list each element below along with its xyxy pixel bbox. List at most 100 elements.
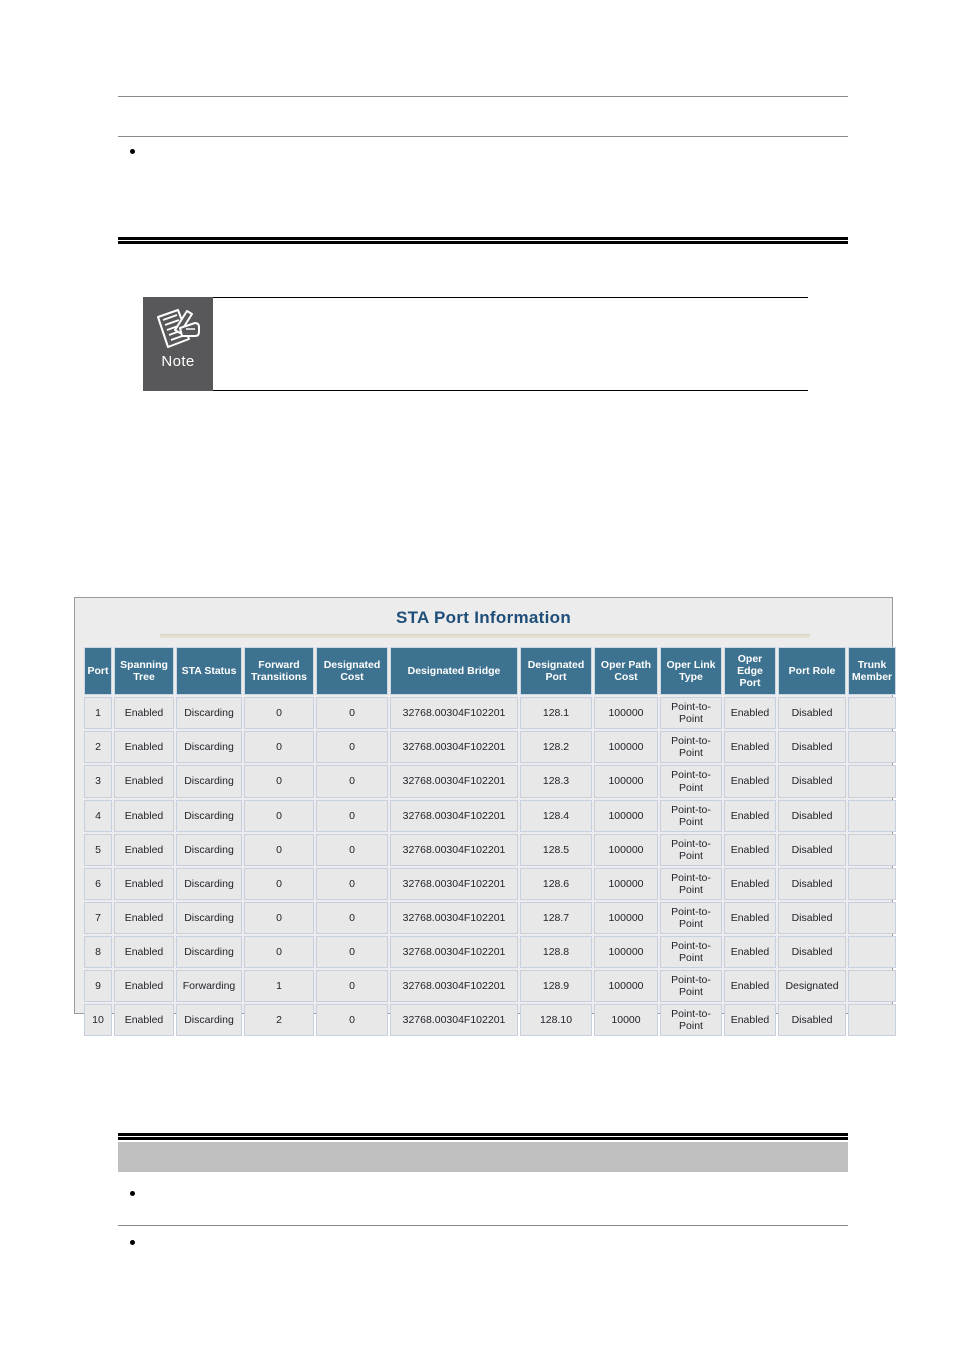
bottom-bullet-2: [130, 1240, 135, 1245]
table-row: 3 Enabled Discarding 0 0 32768.00304F102201 12…: [84, 765, 896, 798]
cell-port-role: Disabled: [778, 901, 846, 935]
cell-spanning-tree: Enabled: [114, 901, 174, 935]
cell-designated-bridge: 32768.00304F102201: [390, 1004, 518, 1037]
cell-designated-port: 128.2: [520, 731, 592, 764]
cell-sta-status: Discarding: [176, 936, 242, 969]
cell-designated-bridge: 32768.00304F102201: [390, 936, 518, 969]
cell-oper-link-type: Point-to-Point: [660, 731, 722, 764]
note-label: Note: [161, 353, 195, 370]
table-row: 6 Enabled Discarding 0 0 32768.00304F102201 12…: [84, 867, 896, 900]
column-header-sta-status: STA Status: [176, 647, 242, 696]
table-row: 10 Enabled Discarding 2 0 32768.00304F102201 1…: [84, 1004, 896, 1037]
cell-spanning-tree: Enabled: [114, 936, 174, 969]
column-header-spanning-tree: Spanning Tree: [114, 647, 174, 696]
cell-oper-path-cost: 100000: [594, 970, 658, 1003]
cell-port: 2: [84, 731, 112, 764]
cell-spanning-tree: Enabled: [114, 697, 174, 730]
cell-port: 7: [84, 901, 112, 935]
cell-forward-transitions: 0: [244, 936, 314, 969]
cell-designated-bridge: 32768.00304F102201: [390, 697, 518, 730]
table-row: 5 Enabled Discarding 0 0 32768.00304F102201 12…: [84, 833, 896, 866]
cell-oper-link-type: Point-to-Point: [660, 901, 722, 935]
table-row: 4 Enabled Discarding 0 0 32768.00304F102201 12…: [84, 799, 896, 832]
cell-port-role: Disabled: [778, 867, 846, 900]
cell-designated-port: 128.7: [520, 901, 592, 935]
cell-oper-link-type: Point-to-Point: [660, 799, 722, 832]
top-rule-2: [118, 136, 848, 137]
cell-sta-status: Forwarding: [176, 970, 242, 1003]
title-divider: [160, 634, 810, 638]
table-body: 1 Enabled Discarding 0 0 32768.00304F102201 12…: [84, 697, 896, 1037]
cell-oper-edge-port: Enabled: [724, 970, 776, 1003]
cell-port-role: Disabled: [778, 833, 846, 866]
column-header-oper-link-type: Oper Link Type: [660, 647, 722, 696]
cell-forward-transitions: 0: [244, 697, 314, 730]
cell-port: 8: [84, 936, 112, 969]
table-row: 1 Enabled Discarding 0 0 32768.00304F102201 12…: [84, 697, 896, 730]
cell-port: 4: [84, 799, 112, 832]
heavy-rule-bottom: [118, 1133, 848, 1140]
cell-oper-edge-port: Enabled: [724, 901, 776, 935]
top-bullet: [130, 149, 135, 154]
cell-designated-bridge: 32768.00304F102201: [390, 833, 518, 866]
cell-sta-status: Discarding: [176, 867, 242, 900]
cell-designated-bridge: 32768.00304F102201: [390, 970, 518, 1003]
note-pen-paper-icon: [157, 309, 200, 348]
page-title: STA Port Information: [395, 608, 572, 627]
cell-port: 3: [84, 765, 112, 798]
column-header-designated-cost: Designated Cost: [316, 647, 388, 696]
cell-oper-path-cost: 100000: [594, 936, 658, 969]
sta-port-information-panel: STA Port Information Port Spanning Tree …: [74, 597, 896, 1037]
cell-designated-cost: 0: [316, 901, 388, 935]
cell-designated-bridge: 32768.00304F102201: [390, 901, 518, 935]
cell-oper-edge-port: Enabled: [724, 867, 776, 900]
column-header-port: Port: [84, 647, 112, 696]
column-header-port-role: Port Role: [778, 647, 846, 696]
cell-spanning-tree: Enabled: [114, 970, 174, 1003]
cell-oper-path-cost: 100000: [594, 799, 658, 832]
cell-trunk-member: [848, 936, 896, 969]
cell-oper-path-cost: 100000: [594, 901, 658, 935]
column-header-designated-bridge: Designated Bridge: [390, 647, 518, 696]
cell-sta-status: Discarding: [176, 799, 242, 832]
cell-oper-path-cost: 100000: [594, 765, 658, 798]
cell-designated-bridge: 32768.00304F102201: [390, 731, 518, 764]
cell-trunk-member: [848, 1004, 896, 1037]
table-header-row: Port Spanning Tree STA Status Forward Tr…: [84, 647, 896, 696]
cell-oper-path-cost: 10000: [594, 1004, 658, 1037]
cell-trunk-member: [848, 970, 896, 1003]
cell-trunk-member: [848, 799, 896, 832]
table-row: 9 Enabled Forwarding 1 0 32768.00304F102201 12…: [84, 970, 896, 1003]
gray-bar: [118, 1142, 848, 1172]
cell-designated-port: 128.4: [520, 799, 592, 832]
cell-forward-transitions: 0: [244, 799, 314, 832]
column-header-designated-port: Designated Port: [520, 647, 592, 696]
cell-port-role: Disabled: [778, 697, 846, 730]
cell-oper-link-type: Point-to-Point: [660, 765, 722, 798]
cell-designated-bridge: 32768.00304F102201: [390, 799, 518, 832]
cell-sta-status: Discarding: [176, 901, 242, 935]
cell-designated-cost: 0: [316, 799, 388, 832]
column-header-oper-edge-port: Oper Edge Port: [724, 647, 776, 696]
cell-sta-status: Discarding: [176, 833, 242, 866]
cell-forward-transitions: 1: [244, 970, 314, 1003]
cell-oper-link-type: Point-to-Point: [660, 936, 722, 969]
column-header-trunk-member: Trunk Member: [848, 647, 896, 696]
cell-oper-path-cost: 100000: [594, 731, 658, 764]
cell-port-role: Disabled: [778, 936, 846, 969]
cell-forward-transitions: 0: [244, 901, 314, 935]
cell-designated-port: 128.10: [520, 1004, 592, 1037]
cell-designated-port: 128.9: [520, 970, 592, 1003]
cell-trunk-member: [848, 833, 896, 866]
column-header-oper-path-cost: Oper Path Cost: [594, 647, 658, 696]
cell-port-role: Designated: [778, 970, 846, 1003]
cell-designated-cost: 0: [316, 765, 388, 798]
cell-forward-transitions: 0: [244, 833, 314, 866]
cell-designated-port: 128.3: [520, 765, 592, 798]
cell-forward-transitions: 0: [244, 867, 314, 900]
cell-port-role: Disabled: [778, 1004, 846, 1037]
cell-trunk-member: [848, 901, 896, 935]
sta-port-information-table: Port Spanning Tree STA Status Forward Tr…: [82, 645, 898, 1038]
cell-trunk-member: [848, 867, 896, 900]
cell-oper-link-type: Point-to-Point: [660, 697, 722, 730]
